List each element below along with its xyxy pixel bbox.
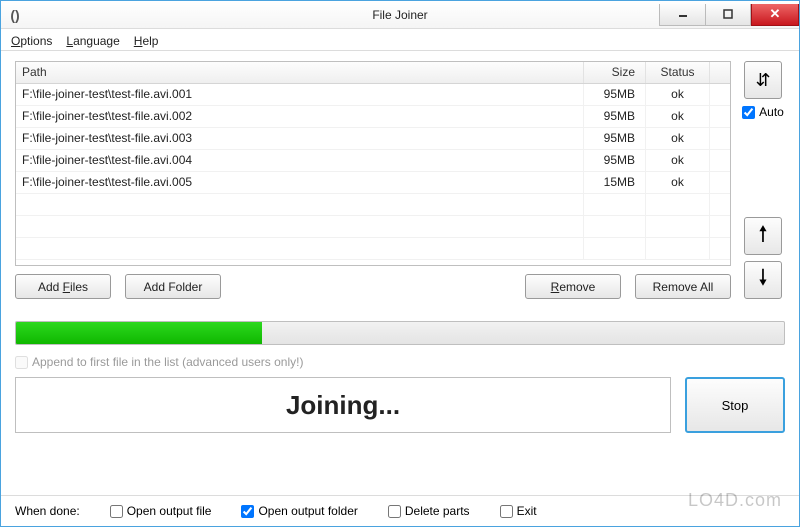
- auto-checkbox-input[interactable]: [742, 106, 755, 119]
- status-text: Joining...: [15, 377, 671, 433]
- cell-status: ok: [646, 172, 710, 193]
- header-size[interactable]: Size: [584, 62, 646, 83]
- remove-button[interactable]: Remove: [525, 274, 621, 299]
- menu-help[interactable]: Help: [134, 34, 159, 48]
- list-area: Path Size Status F:\file-joiner-test\tes…: [15, 61, 731, 299]
- exit-checkbox[interactable]: Exit: [500, 504, 537, 518]
- delete-parts-checkbox[interactable]: Delete parts: [388, 504, 470, 518]
- maximize-icon: [723, 9, 733, 19]
- menu-language[interactable]: Language: [66, 34, 119, 48]
- cell-size: 95MB: [584, 128, 646, 149]
- app-window: () File Joiner ✕ Options Language Help P…: [0, 0, 800, 527]
- cell-size: 15MB: [584, 172, 646, 193]
- cell-path: F:\file-joiner-test\test-file.avi.005: [16, 172, 584, 193]
- close-icon: ✕: [770, 6, 781, 22]
- delete-parts-input[interactable]: [388, 505, 401, 518]
- cell-status: ok: [646, 84, 710, 105]
- move-up-button[interactable]: 🠕: [744, 217, 782, 255]
- stop-button[interactable]: Stop: [685, 377, 785, 433]
- side-buttons: ⇵ Auto 🠕 🠗: [741, 61, 785, 299]
- cell-status: ok: [646, 150, 710, 171]
- app-icon: (): [7, 7, 23, 23]
- cell-size: 95MB: [584, 106, 646, 127]
- remove-all-button[interactable]: Remove All: [635, 274, 731, 299]
- open-file-checkbox[interactable]: Open output file: [110, 504, 212, 518]
- auto-checkbox[interactable]: Auto: [742, 105, 784, 119]
- delete-parts-label: Delete parts: [405, 504, 470, 518]
- sort-button[interactable]: ⇵: [744, 61, 782, 99]
- table-row[interactable]: F:\file-joiner-test\test-file.avi.002 95…: [16, 106, 730, 128]
- list-rows: F:\file-joiner-test\test-file.avi.001 95…: [16, 84, 730, 265]
- list-buttons: Add Files Add Folder Remove Remove All: [15, 274, 731, 299]
- arrow-up-icon: 🠕: [758, 217, 767, 255]
- list-header: Path Size Status: [16, 62, 730, 84]
- menu-options[interactable]: Options: [11, 34, 52, 48]
- cell-size: 95MB: [584, 150, 646, 171]
- sort-icon: ⇵: [755, 70, 770, 91]
- table-row: [16, 238, 730, 260]
- bottom-bar: When done: Open output file Open output …: [1, 495, 799, 526]
- window-buttons: ✕: [659, 4, 799, 26]
- table-row[interactable]: F:\file-joiner-test\test-file.avi.005 15…: [16, 172, 730, 194]
- status-row: Joining... Stop: [15, 377, 785, 433]
- append-checkbox: Append to first file in the list (advanc…: [15, 355, 785, 369]
- move-down-button[interactable]: 🠗: [744, 261, 782, 299]
- open-file-input[interactable]: [110, 505, 123, 518]
- menubar: Options Language Help: [1, 29, 799, 51]
- arrow-down-icon: 🠗: [758, 261, 767, 299]
- exit-label: Exit: [517, 504, 537, 518]
- table-row: [16, 216, 730, 238]
- table-row: [16, 194, 730, 216]
- minimize-button[interactable]: [659, 4, 705, 26]
- upper-section: Path Size Status F:\file-joiner-test\tes…: [15, 61, 785, 299]
- content-area: Path Size Status F:\file-joiner-test\tes…: [1, 51, 799, 495]
- auto-label: Auto: [759, 105, 784, 119]
- append-label: Append to first file in the list (advanc…: [32, 355, 303, 369]
- add-folder-button[interactable]: Add Folder: [125, 274, 221, 299]
- table-row[interactable]: F:\file-joiner-test\test-file.avi.004 95…: [16, 150, 730, 172]
- open-file-label: Open output file: [127, 504, 212, 518]
- close-button[interactable]: ✕: [751, 4, 799, 26]
- add-files-button[interactable]: Add Files: [15, 274, 111, 299]
- progress-bar: [15, 321, 785, 345]
- header-path[interactable]: Path: [16, 62, 584, 83]
- cell-status: ok: [646, 128, 710, 149]
- file-list[interactable]: Path Size Status F:\file-joiner-test\tes…: [15, 61, 731, 266]
- header-spacer: [710, 62, 730, 83]
- open-folder-input[interactable]: [241, 505, 254, 518]
- cell-path: F:\file-joiner-test\test-file.avi.003: [16, 128, 584, 149]
- progress-fill: [16, 322, 262, 344]
- table-row[interactable]: F:\file-joiner-test\test-file.avi.001 95…: [16, 84, 730, 106]
- header-status[interactable]: Status: [646, 62, 710, 83]
- cell-size: 95MB: [584, 84, 646, 105]
- append-checkbox-input: [15, 356, 28, 369]
- minimize-icon: [678, 9, 688, 19]
- open-folder-checkbox[interactable]: Open output folder: [241, 504, 357, 518]
- exit-input[interactable]: [500, 505, 513, 518]
- cell-status: ok: [646, 106, 710, 127]
- when-done-label: When done:: [15, 504, 80, 518]
- maximize-button[interactable]: [705, 4, 751, 26]
- cell-path: F:\file-joiner-test\test-file.avi.001: [16, 84, 584, 105]
- table-row[interactable]: F:\file-joiner-test\test-file.avi.003 95…: [16, 128, 730, 150]
- cell-path: F:\file-joiner-test\test-file.avi.004: [16, 150, 584, 171]
- titlebar: () File Joiner ✕: [1, 1, 799, 29]
- open-folder-label: Open output folder: [258, 504, 357, 518]
- cell-path: F:\file-joiner-test\test-file.avi.002: [16, 106, 584, 127]
